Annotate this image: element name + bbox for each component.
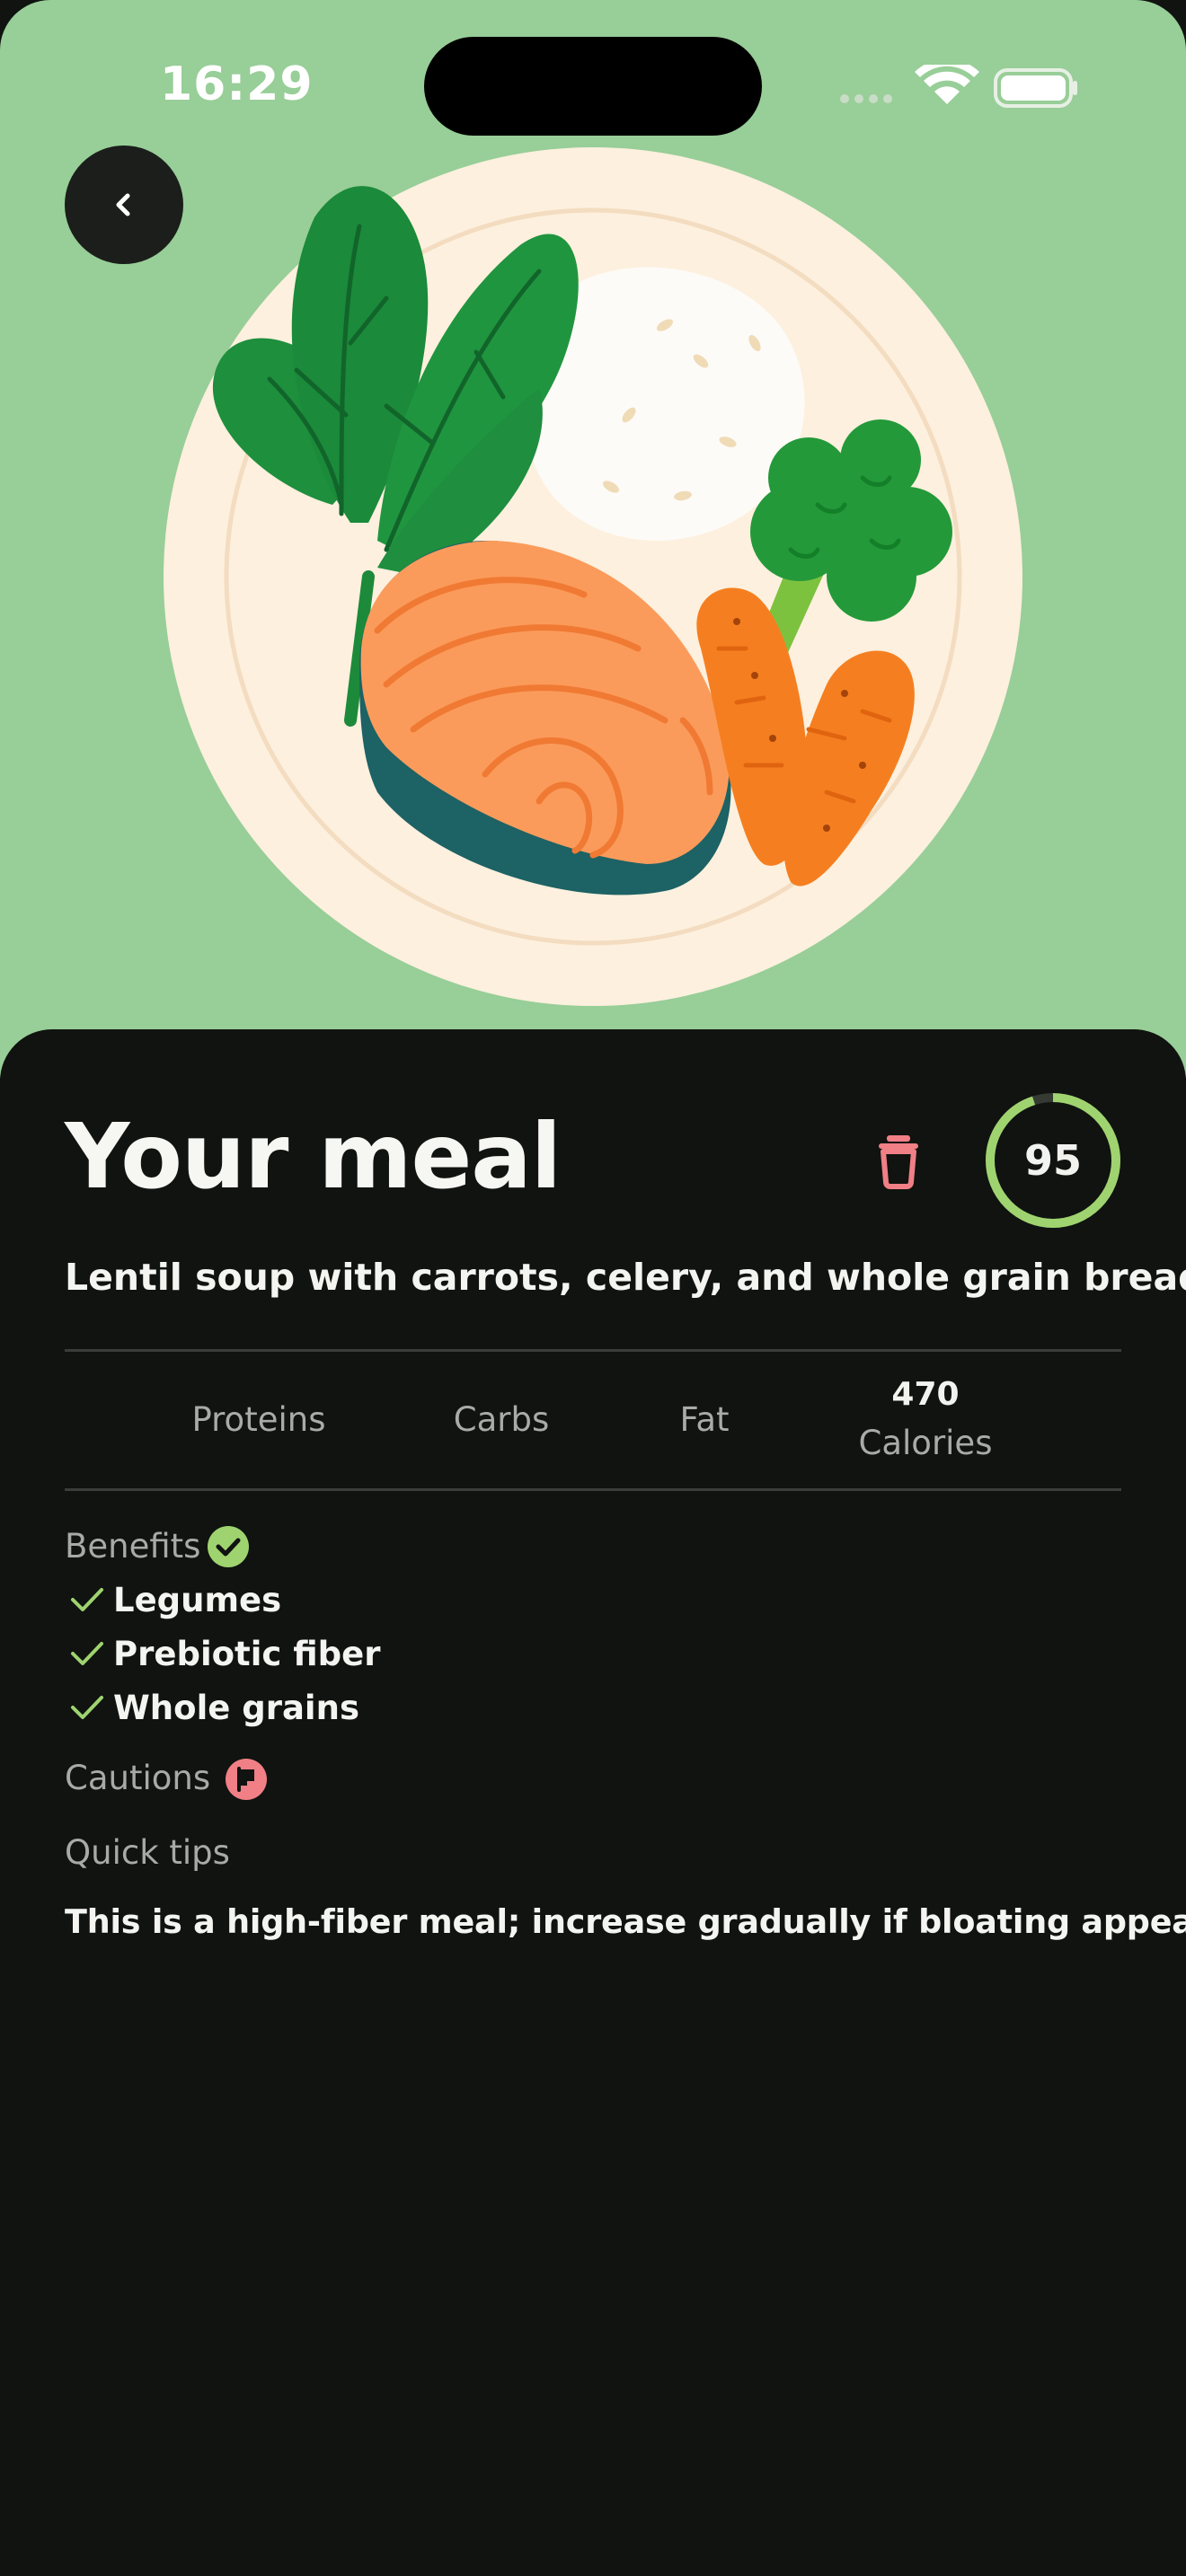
checkmark-icon [65,1575,110,1624]
quick-tips-label: Quick tips [65,1833,230,1872]
macro-proteins-label: Proteins [191,1400,326,1439]
macro-calories-label: Calories [858,1424,993,1462]
page-title: Your meal [65,1104,562,1209]
macro-calories-value: 470 [891,1376,960,1413]
chevron-left-icon [116,193,130,216]
benefit-item: Prebiotic fiber [65,1629,380,1678]
wifi-icon [915,65,979,104]
benefit-item: Whole grains [65,1683,359,1732]
cautions-label: Cautions [65,1759,211,1797]
back-button[interactable] [65,146,183,264]
hero-banner: 16:29 [0,0,1186,1078]
macros-divider-bottom [65,1488,1121,1491]
macro-calories: 470 Calories [836,1371,1015,1468]
meal-description: Lentil soup with carrots, celery, and wh… [65,1256,1186,1299]
checkmark-icon [65,1629,110,1678]
benefits-label: Benefits [65,1527,201,1566]
dynamic-island [424,37,762,136]
benefit-item-label: Prebiotic fiber [113,1634,381,1673]
check-circle-icon [208,1526,249,1567]
benefit-item-label: Whole grains [113,1688,359,1727]
macro-fat-label: Fat [679,1400,730,1439]
trash-icon [879,1135,918,1189]
status-time: 16:29 [160,57,314,111]
benefit-item: Legumes [65,1575,281,1624]
status-bar-icons [840,65,1077,108]
macro-proteins: Proteins [180,1396,338,1444]
meal-detail-screen: 16:29 Your meal 95 Lentil soup with carr… [0,0,1186,2576]
flag-icon [226,1759,267,1800]
meal-plate-illustration [164,147,1022,1006]
checkmark-icon [65,1683,110,1732]
delete-meal-button[interactable] [863,1125,934,1196]
battery-icon [994,68,1077,108]
health-score-value: 95 [1023,1136,1082,1185]
cellular-signal-icon [840,94,892,103]
quick-tip-text: This is a high-fiber meal; increase grad… [65,1902,1186,1941]
macro-fat: Fat [651,1396,758,1444]
macro-carbs-label: Carbs [453,1400,550,1439]
benefit-item-label: Legumes [113,1580,282,1619]
macro-carbs: Carbs [429,1396,573,1444]
macros-divider-top [65,1349,1121,1352]
